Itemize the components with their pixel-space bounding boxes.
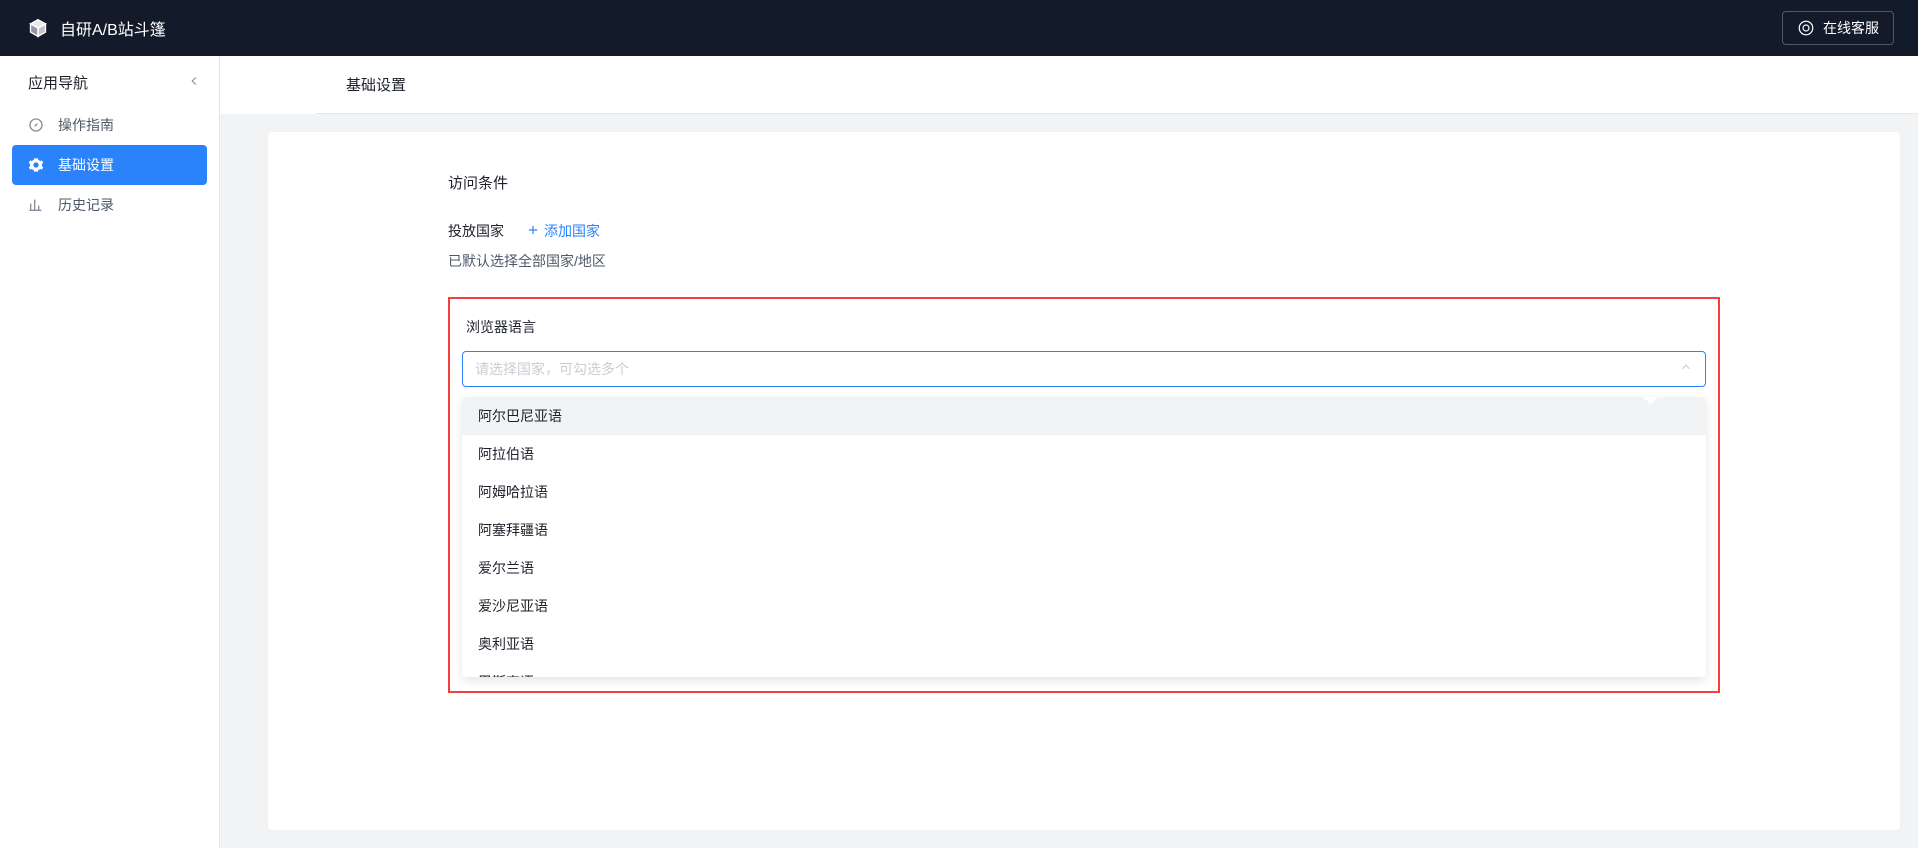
dropdown-option[interactable]: 爱尔兰语 — [462, 549, 1706, 587]
country-field-label: 投放国家 — [448, 221, 504, 241]
support-button-label: 在线客服 — [1823, 18, 1879, 38]
sidebar-item-settings[interactable]: 基础设置 — [12, 145, 207, 185]
app-header: 自研A/B站斗篷 在线客服 — [0, 0, 1918, 56]
page-title: 基础设置 — [316, 56, 1918, 114]
chevron-up-icon — [1679, 360, 1693, 379]
language-field-label: 浏览器语言 — [462, 317, 1706, 337]
add-country-label: 添加国家 — [544, 221, 600, 241]
dropdown-option[interactable]: 阿拉伯语 — [462, 435, 1706, 473]
headset-icon — [1797, 19, 1815, 37]
gear-icon — [28, 157, 44, 173]
dropdown-option[interactable]: 巴斯克语 — [462, 663, 1706, 677]
dropdown-option[interactable]: 爱沙尼亚语 — [462, 587, 1706, 625]
plus-icon — [526, 223, 540, 240]
country-hint: 已默认选择全部国家/地区 — [448, 251, 1720, 271]
language-highlight-box: 浏览器语言 请选择国家，可勾选多个 阿尔巴尼亚语 阿拉伯语 阿姆哈拉语 阿塞拜疆… — [448, 297, 1720, 693]
app-title: 自研A/B站斗篷 — [60, 16, 166, 40]
dropdown-option[interactable]: 奥利亚语 — [462, 625, 1706, 663]
sidebar-header: 应用导航 — [0, 56, 219, 105]
compass-icon — [28, 117, 44, 133]
language-dropdown: 阿尔巴尼亚语 阿拉伯语 阿姆哈拉语 阿塞拜疆语 爱尔兰语 爱沙尼亚语 奥利亚语 … — [462, 397, 1706, 677]
country-field-row: 投放国家 添加国家 — [448, 221, 1720, 241]
chevron-left-icon[interactable] — [187, 74, 201, 92]
content-panel: 访问条件 投放国家 添加国家 已默认选择全部国家/地区 浏览器语言 请 — [268, 132, 1900, 830]
language-select[interactable]: 请选择国家，可勾选多个 — [462, 351, 1706, 387]
sidebar-item-history[interactable]: 历史记录 — [0, 185, 219, 225]
cube-icon — [28, 18, 48, 38]
dropdown-option[interactable]: 阿塞拜疆语 — [462, 511, 1706, 549]
dropdown-option[interactable]: 阿尔巴尼亚语 — [462, 397, 1706, 435]
sidebar-title: 应用导航 — [28, 72, 88, 93]
header-left-group: 自研A/B站斗篷 — [28, 16, 166, 40]
section-title-access: 访问条件 — [448, 172, 1720, 193]
sidebar-item-label: 历史记录 — [58, 195, 114, 215]
support-button[interactable]: 在线客服 — [1782, 11, 1894, 45]
sidebar: 应用导航 操作指南 基础设置 历史记录 — [0, 56, 220, 848]
bar-chart-icon — [28, 197, 44, 213]
main-content: 基础设置 访问条件 投放国家 添加国家 已默认选择全部国家/地区 — [220, 56, 1918, 848]
sidebar-item-label: 操作指南 — [58, 115, 114, 135]
sidebar-item-label: 基础设置 — [58, 155, 114, 175]
dropdown-option[interactable]: 阿姆哈拉语 — [462, 473, 1706, 511]
language-select-placeholder: 请选择国家，可勾选多个 — [475, 359, 629, 379]
add-country-button[interactable]: 添加国家 — [526, 221, 600, 241]
sidebar-item-guide[interactable]: 操作指南 — [0, 105, 219, 145]
